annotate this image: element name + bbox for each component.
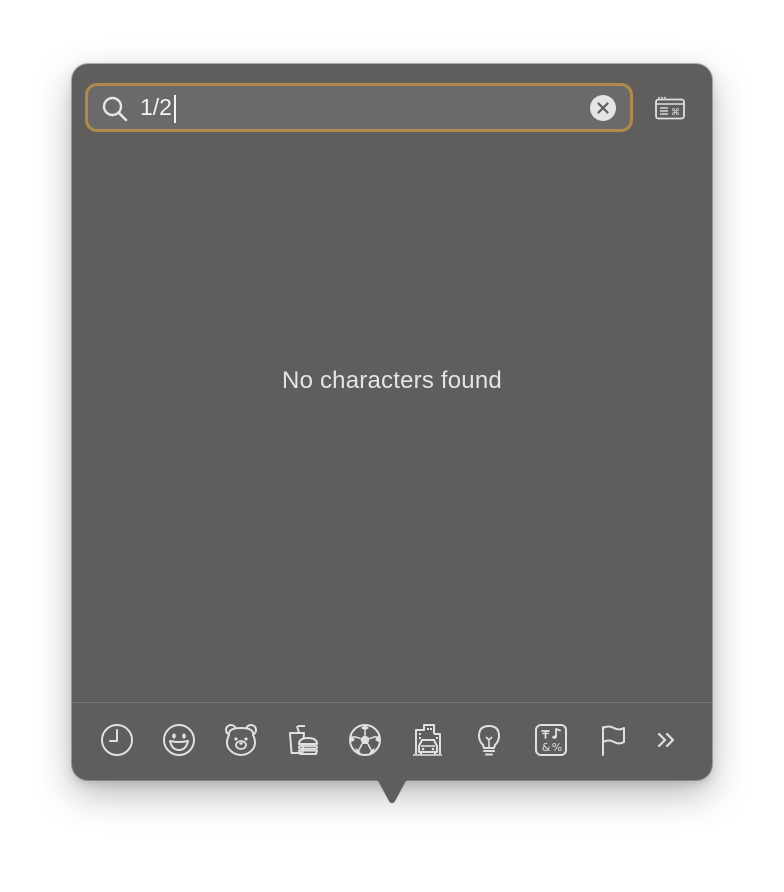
category-travel-places[interactable] xyxy=(408,721,446,759)
building-car-icon xyxy=(413,724,442,756)
svg-text:%: % xyxy=(552,741,562,754)
category-bar: & % xyxy=(72,703,712,780)
character-viewer-button[interactable]: ⌘ xyxy=(655,96,685,120)
category-animals-nature[interactable] xyxy=(222,721,260,759)
flag-icon xyxy=(602,725,625,756)
clear-search-button[interactable] xyxy=(590,95,616,121)
no-results-message: No characters found xyxy=(282,367,502,394)
category-more[interactable] xyxy=(648,721,686,759)
bear-icon xyxy=(225,724,257,757)
text-caret xyxy=(174,95,176,123)
clock-icon xyxy=(101,724,133,756)
symbols-icon: & % xyxy=(535,724,567,756)
smiley-icon xyxy=(163,724,195,756)
search-input[interactable] xyxy=(140,86,570,129)
soccer-ball-icon xyxy=(349,724,381,756)
svg-text:&: & xyxy=(542,741,551,754)
category-symbols[interactable]: & % xyxy=(532,721,570,759)
category-flags[interactable] xyxy=(594,721,632,759)
category-activity[interactable] xyxy=(346,721,384,759)
category-food-drink[interactable] xyxy=(284,721,322,759)
category-frequently-used[interactable] xyxy=(98,721,136,759)
category-smileys-people[interactable] xyxy=(160,721,198,759)
burger-drink-icon xyxy=(289,725,318,755)
search-field[interactable] xyxy=(85,83,633,132)
category-objects[interactable] xyxy=(470,721,508,759)
svg-text:⌘: ⌘ xyxy=(671,108,680,118)
popover-arrow xyxy=(377,778,407,804)
clear-circle-icon xyxy=(597,102,609,114)
search-icon xyxy=(102,96,128,122)
lightbulb-icon xyxy=(478,725,500,756)
character-viewer-icon: ⌘ xyxy=(655,96,685,120)
emoji-picker-popover: ⌘ No characters found xyxy=(72,64,712,780)
chevron-double-right-icon xyxy=(657,732,675,748)
